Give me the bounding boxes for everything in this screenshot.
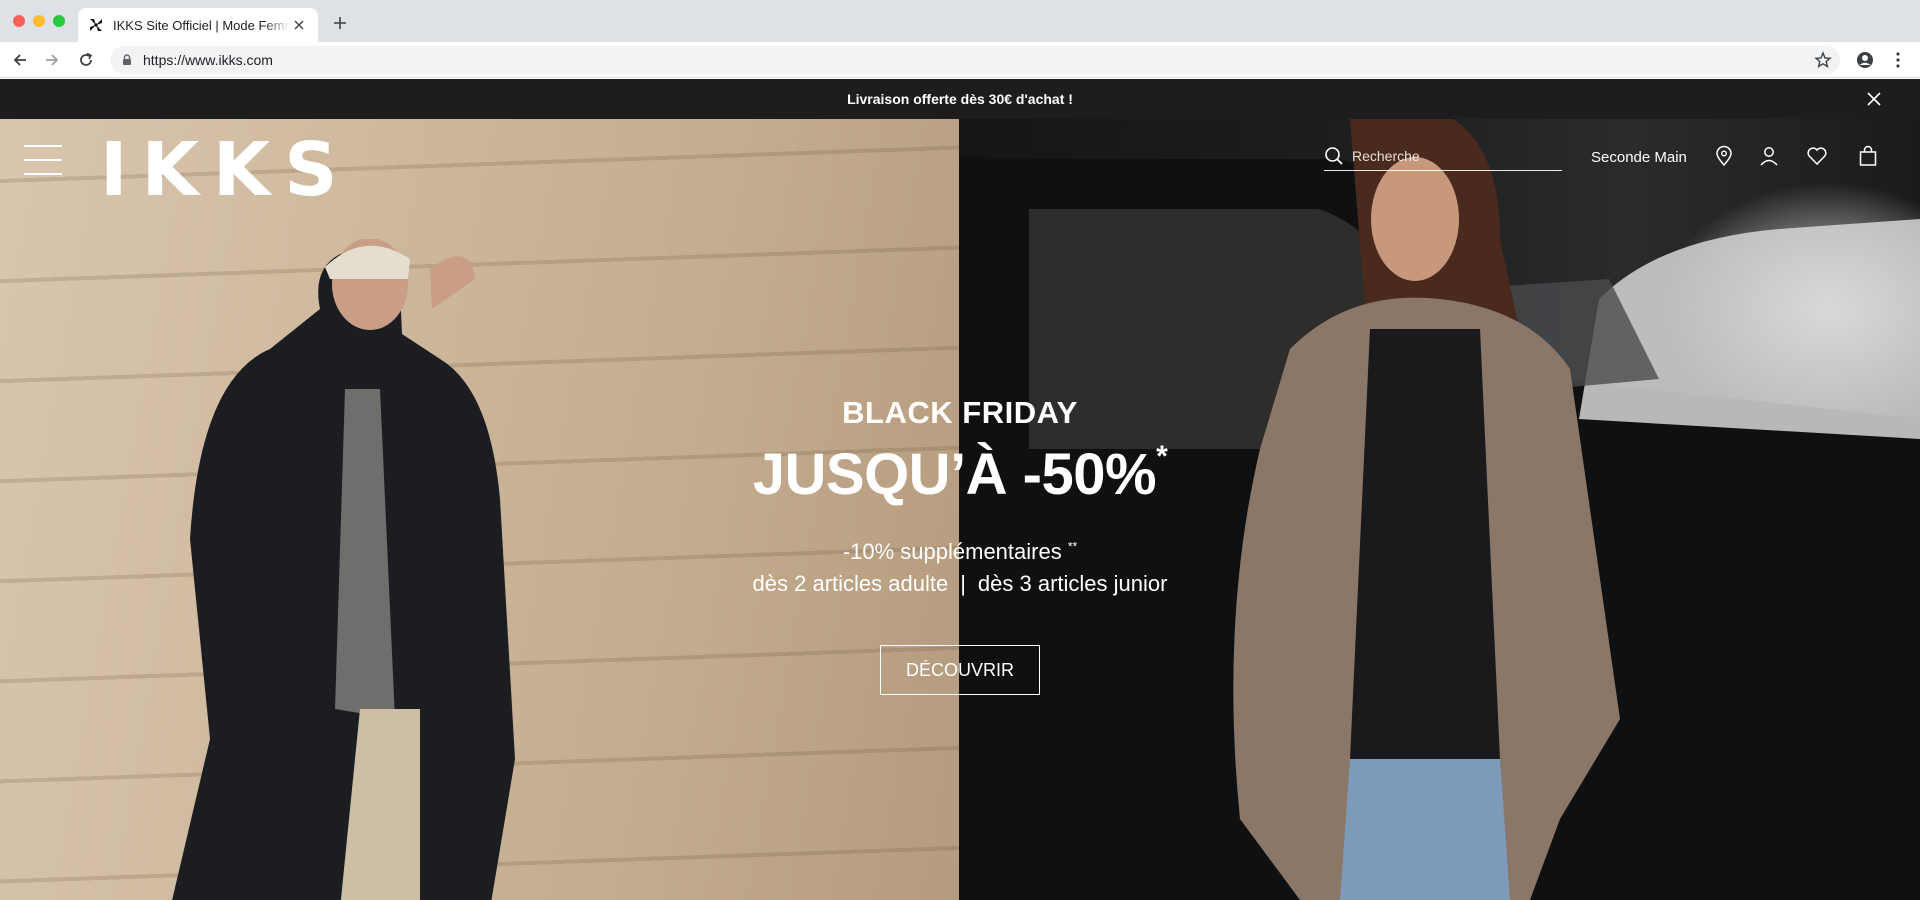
- browser-menu-kebab-icon[interactable]: [1888, 50, 1908, 70]
- tab-close-icon[interactable]: [290, 16, 308, 34]
- promo-banner: Livraison offerte dès 30€ d'achat !: [0, 79, 1920, 119]
- extra-discount-marks: **: [1067, 539, 1078, 554]
- extra-conditions-line: dès 2 articles adulte | dès 3 articles jun…: [0, 571, 1920, 597]
- reload-icon[interactable]: [76, 50, 96, 70]
- new-tab-plus-icon[interactable]: [330, 13, 350, 33]
- headline-asterisk: *: [1156, 439, 1168, 473]
- condition-junior: dès 3 articles junior: [977, 571, 1168, 596]
- extra-discount-line: -10% supplémentaires **: [0, 539, 1920, 565]
- condition-separator: |: [960, 571, 966, 596]
- window-close-button[interactable]: [13, 15, 25, 27]
- hero-banner[interactable]: IKKS Seconde Main BLACK FRIDAY JUSQU’À -…: [0, 119, 1920, 900]
- address-bar[interactable]: https://www.ikks.com: [110, 46, 1840, 74]
- close-icon[interactable]: [1866, 91, 1882, 107]
- campaign-eyebrow: BLACK FRIDAY: [842, 395, 1078, 430]
- browser-tab-strip: IKKS Site Officiel | Mode Femme: [0, 0, 1920, 42]
- window-minimize-button[interactable]: [33, 15, 45, 27]
- tab-title: IKKS Site Officiel | Mode Femme: [113, 17, 290, 33]
- lock-icon: [120, 53, 134, 67]
- ikks-favicon-icon: [88, 17, 104, 33]
- campaign-headline: JUSQU’À -50%*: [0, 439, 1920, 508]
- campaign-text: BLACK FRIDAY JUSQU’À -50%* -10% suppléme…: [0, 119, 1920, 900]
- headline-text: JUSQU’À -50%: [752, 442, 1157, 507]
- profile-avatar-icon[interactable]: [1855, 50, 1875, 70]
- extra-discount-text: -10% supplémentaires: [842, 539, 1062, 564]
- back-arrow-icon[interactable]: [10, 50, 30, 70]
- browser-toolbar: https://www.ikks.com: [0, 42, 1920, 78]
- promo-message: Livraison offerte dès 30€ d'achat !: [847, 91, 1073, 107]
- window-zoom-button[interactable]: [53, 15, 65, 27]
- browser-tab-active[interactable]: IKKS Site Officiel | Mode Femme: [78, 8, 318, 42]
- forward-arrow-icon[interactable]: [42, 50, 62, 70]
- url-text: https://www.ikks.com: [143, 52, 273, 68]
- decouvrir-button[interactable]: DÉCOUVRIR: [880, 645, 1040, 695]
- bookmark-star-icon[interactable]: [1814, 51, 1832, 69]
- condition-adult: dès 2 articles adulte: [752, 571, 949, 596]
